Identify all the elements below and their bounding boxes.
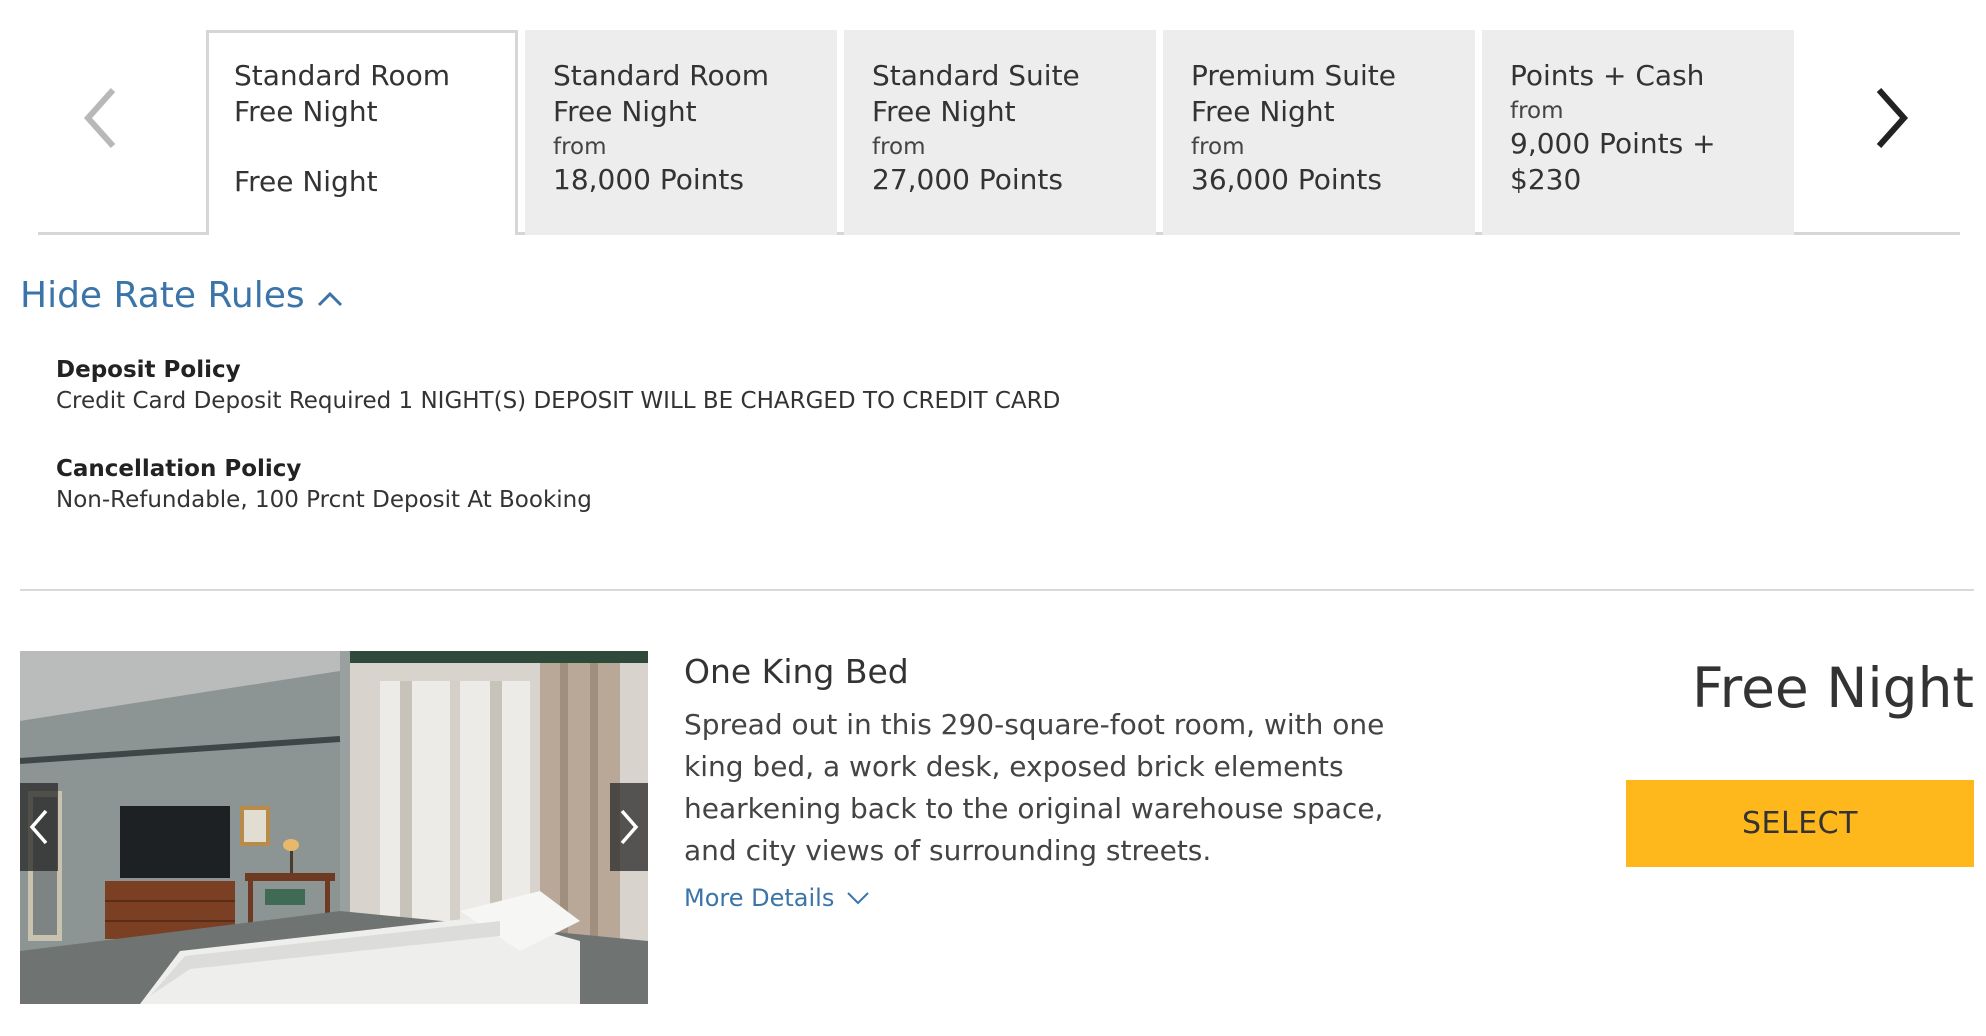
room-description: Spread out in this 290-square-foot room,… bbox=[684, 708, 1385, 867]
cancellation-policy-text: Non-Refundable, 100 Prcnt Deposit At Boo… bbox=[56, 487, 592, 513]
tab-from-label: from bbox=[1191, 134, 1245, 160]
more-details-link[interactable]: More Details bbox=[684, 882, 870, 914]
deposit-policy-title: Deposit Policy bbox=[56, 357, 241, 383]
tab-from-label bbox=[234, 132, 515, 162]
chevron-down-icon bbox=[847, 892, 870, 905]
tab-title: Standard Room Free Night bbox=[234, 59, 451, 128]
chevron-left-icon bbox=[29, 809, 48, 845]
chevron-up-icon bbox=[317, 291, 342, 307]
tab-title: Premium Suite Free Night bbox=[1191, 59, 1396, 128]
chevron-right-icon bbox=[1876, 88, 1909, 148]
hide-rate-rules-toggle[interactable]: Hide Rate Rules bbox=[20, 272, 343, 320]
tab-price: Free Night bbox=[234, 165, 378, 198]
tabs-prev-button[interactable] bbox=[80, 82, 120, 154]
tab-standard-suite-points[interactable]: Standard Suite Free Night from 27,000 Po… bbox=[844, 30, 1156, 235]
room-name: One King Bed bbox=[684, 652, 909, 691]
rate-rules-toggle-label: Hide Rate Rules bbox=[20, 275, 305, 316]
room-rate-price: Free Night bbox=[1692, 656, 1974, 720]
section-divider bbox=[20, 589, 1974, 591]
tab-title: Standard Room Free Night bbox=[553, 59, 770, 128]
chevron-left-icon bbox=[83, 88, 116, 148]
more-details-label: More Details bbox=[684, 884, 835, 912]
cancellation-policy-title: Cancellation Policy bbox=[56, 456, 302, 482]
tab-price: 27,000 Points bbox=[872, 163, 1063, 196]
tab-from-label: from bbox=[1510, 98, 1564, 124]
tab-price: 18,000 Points bbox=[553, 163, 744, 196]
tab-title: Standard Suite Free Night bbox=[872, 59, 1080, 128]
tab-points-plus-cash[interactable]: Points + Cash from 9,000 Points + $230 bbox=[1482, 30, 1794, 235]
tab-standard-room-points[interactable]: Standard Room Free Night from 18,000 Poi… bbox=[525, 30, 837, 235]
tab-price: 36,000 Points bbox=[1191, 163, 1382, 196]
photo-next-button[interactable] bbox=[610, 783, 648, 871]
photo-prev-button[interactable] bbox=[20, 783, 58, 871]
tab-title: Points + Cash bbox=[1510, 59, 1705, 92]
room-photo bbox=[20, 651, 648, 1004]
tab-from-label: from bbox=[872, 134, 926, 160]
deposit-policy-text: Credit Card Deposit Required 1 NIGHT(S) … bbox=[56, 388, 1061, 414]
tab-price: 9,000 Points + $230 bbox=[1510, 127, 1716, 196]
tab-standard-room-free-night[interactable]: Standard Room Free Night Free Night bbox=[206, 30, 518, 235]
tab-premium-suite-points[interactable]: Premium Suite Free Night from 36,000 Poi… bbox=[1163, 30, 1475, 235]
tab-from-label: from bbox=[553, 134, 607, 160]
tabs-next-button[interactable] bbox=[1872, 82, 1912, 154]
deposit-policy: Deposit Policy Credit Card Deposit Requi… bbox=[56, 355, 1060, 417]
select-button[interactable]: SELECT bbox=[1626, 780, 1974, 867]
chevron-right-icon bbox=[620, 809, 639, 845]
cancellation-policy: Cancellation Policy Non-Refundable, 100 … bbox=[56, 454, 592, 516]
rates-page: Standard Room Free Night Free Night Stan… bbox=[0, 0, 1986, 1036]
room-photo-carousel bbox=[20, 651, 648, 1004]
